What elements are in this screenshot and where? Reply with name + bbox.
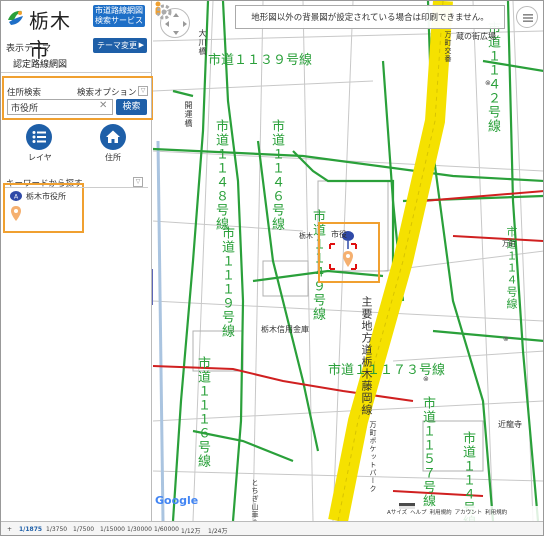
divider xyxy=(1,72,152,73)
service-name-line1: 市道路線網図 xyxy=(95,6,143,15)
zoom-in-button[interactable]: + xyxy=(7,526,12,533)
print-notice: 地形図以外の背景図が設定されている場合は印刷できません。 xyxy=(235,5,505,29)
address-search-panel: 住所検索 検索オプション ▽ ✕ 検索 xyxy=(2,76,154,120)
settings-gear-icon[interactable] xyxy=(153,1,175,23)
home-label: 住所 xyxy=(105,153,121,162)
chevron-down-icon[interactable]: ▽ xyxy=(138,86,148,96)
attribution-link[interactable]: Aサイズ xyxy=(387,506,407,521)
map-label: 市道１１３９号線 xyxy=(208,53,313,68)
map-label: 蔵の街広場 xyxy=(456,32,496,41)
attribution-link[interactable]: 利用規約 xyxy=(485,506,507,521)
attribution-link[interactable]: ヘルプ xyxy=(410,506,427,521)
address-search-label: 住所検索 xyxy=(7,88,42,98)
scale-option[interactable]: 1/7500 xyxy=(73,526,94,533)
logo-text: 栃木市 xyxy=(29,9,71,62)
search-result-item[interactable]: A 栃木市役所 xyxy=(3,183,84,233)
chevron-down-icon[interactable]: ▽ xyxy=(133,177,143,187)
theme-name: 認定路線網図 xyxy=(13,60,68,70)
attribution-link[interactable]: アカウント xyxy=(455,506,483,521)
map-label: 市道１１４８号線 xyxy=(213,119,228,231)
menu-button[interactable] xyxy=(516,6,538,28)
scale-option[interactable]: 1/15000 xyxy=(100,526,125,533)
svg-text:⊗: ⊗ xyxy=(503,335,509,343)
map-label: 大川橋 xyxy=(198,29,207,56)
layer-button[interactable] xyxy=(26,124,52,150)
scale-option[interactable]: 1/24万 xyxy=(208,526,227,535)
sidebar: 栃木市 市道路線網図 検索サービス 表示テーマ テーマ変更 認定路線網図 住所検… xyxy=(1,1,154,521)
scale-option[interactable]: 1/12万 xyxy=(181,526,200,535)
map-label: 栃木信用金庫 xyxy=(261,325,309,334)
map-label: 市道１１１６号線 xyxy=(195,356,210,468)
hamburger-icon xyxy=(523,14,533,22)
map-label: 市道１１４６号線 xyxy=(269,119,284,231)
scale-option[interactable]: 1/3750 xyxy=(46,526,67,533)
scale-bar: + 1/1875 1/3750 1/7500 1/15000 1/30000 1/6000… xyxy=(1,521,543,535)
map-label: 万町ポケットパーク xyxy=(369,421,377,493)
scale-option[interactable]: 1/1875 xyxy=(19,526,42,533)
layer-label: レイヤ xyxy=(28,153,52,162)
map-label: 栃木 xyxy=(299,232,313,240)
map-label: 万町 xyxy=(502,240,516,248)
map-label: 開運橋 xyxy=(184,101,193,128)
location-pin-icon: A xyxy=(10,191,22,221)
app-window: 栃木市 市道路線網図 検索サービス 表示テーマ テーマ変更 認定路線網図 住所検… xyxy=(0,0,544,536)
address-home-button[interactable] xyxy=(100,124,126,150)
list-icon xyxy=(32,131,46,143)
scale-option[interactable]: 1/60000 xyxy=(154,526,179,533)
search-button[interactable]: 検索 xyxy=(116,99,147,115)
address-search-input[interactable] xyxy=(7,99,113,115)
map-label: 市道１１１９号線 xyxy=(219,226,234,338)
map-label: 万町交番 xyxy=(444,31,452,63)
google-logo: Google xyxy=(155,494,199,507)
map-label: 市道１１１７３号線 xyxy=(328,363,446,378)
map-label: 主要地方道栃木藤岡線 xyxy=(360,296,373,416)
city-logo-icon xyxy=(5,7,26,28)
theme-label: 表示テーマ xyxy=(6,44,52,54)
theme-change-button[interactable]: テーマ変更 xyxy=(93,38,147,53)
service-name-line2: 検索サービス xyxy=(95,16,143,25)
attribution-link[interactable]: 利用規約 xyxy=(430,506,452,521)
map-label: 市道１１５７号線 xyxy=(420,396,435,508)
map-canvas[interactable]: ⊗ ⊗ ⊗ 市道１１３９号線 市道１１４２号線 市道１１４８号線 市道１１４６号線 市道１１… xyxy=(153,1,543,521)
map-label: 近龍寺 xyxy=(498,420,522,429)
home-icon xyxy=(106,130,120,143)
map-label: とちぎ山車会館 xyxy=(251,479,259,521)
result-text: 栃木市役所 xyxy=(26,192,66,201)
divider xyxy=(5,187,148,188)
map-attribution: Aサイズ ヘルプ 利用規約 アカウント 利用規約 xyxy=(387,506,543,521)
logo[interactable]: 栃木市 xyxy=(5,6,91,62)
service-badge: 市道路線網図 検索サービス xyxy=(93,5,145,27)
scale-option[interactable]: 1/30000 xyxy=(127,526,152,533)
clear-icon[interactable]: ✕ xyxy=(99,100,107,111)
search-options-link[interactable]: 検索オプション xyxy=(77,86,137,98)
selection-highlight xyxy=(318,222,380,283)
